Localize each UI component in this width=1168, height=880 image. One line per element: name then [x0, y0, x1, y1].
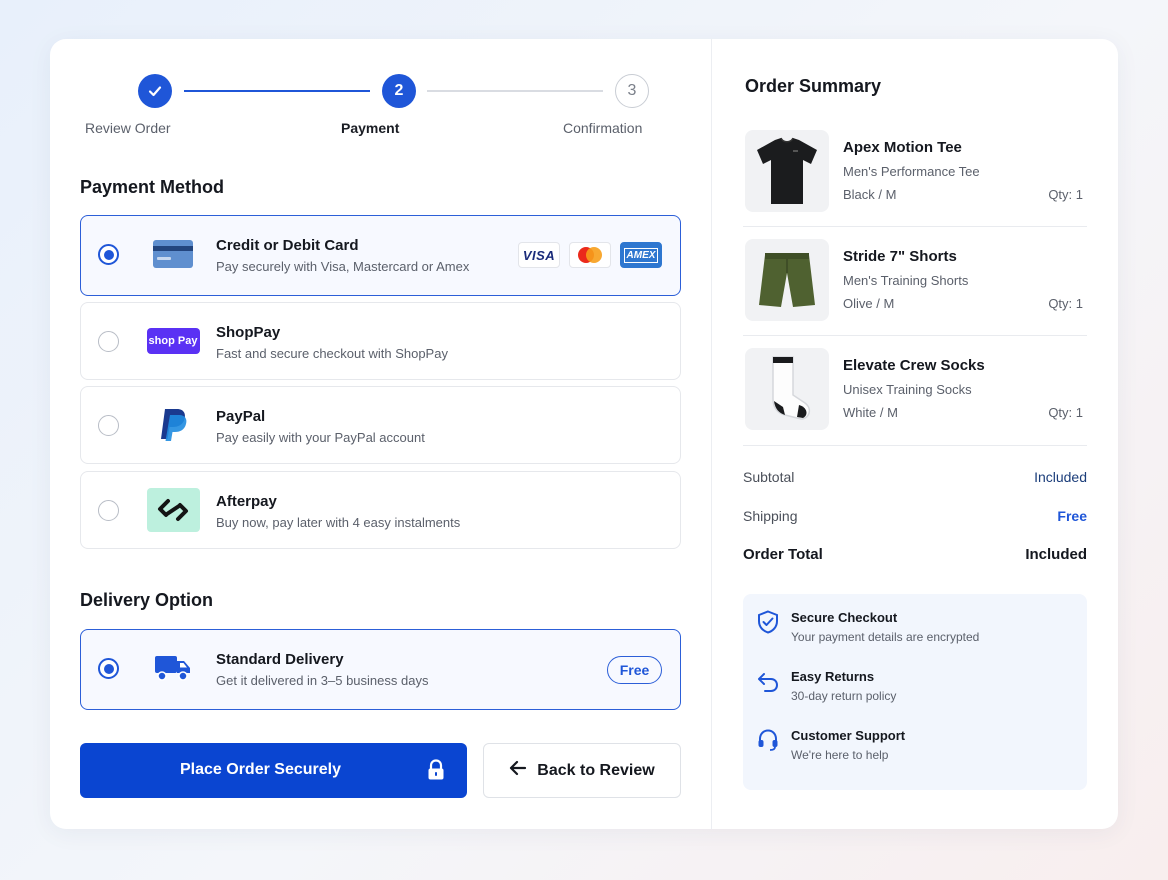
- item-subtitle: Men's Performance Tee: [843, 164, 980, 179]
- step-label-review[interactable]: Review Order: [85, 120, 171, 136]
- radio-card[interactable]: [98, 244, 119, 265]
- payment-option-desc: Buy now, pay later with 4 easy instalmen…: [216, 515, 461, 530]
- item-subtitle: Men's Training Shorts: [843, 273, 969, 288]
- amex-logo-text: AMEX: [623, 247, 659, 263]
- place-order-button[interactable]: Place Order Securely: [80, 743, 467, 798]
- step-confirmation: 3: [615, 74, 649, 108]
- paypal-logo: [145, 405, 201, 445]
- subtotal-label: Subtotal: [743, 469, 795, 485]
- payment-option-card[interactable]: Credit or Debit Card Pay securely with V…: [80, 215, 681, 296]
- trust-title: Secure Checkout: [791, 610, 898, 625]
- summary-item: Apex Motion Tee Men's Performance Tee Bl…: [743, 130, 1087, 230]
- amex-logo: AMEX: [620, 242, 662, 268]
- step-payment[interactable]: 2: [382, 74, 416, 108]
- item-divider: [743, 335, 1087, 336]
- step-review-order[interactable]: [138, 74, 172, 108]
- item-name: Stride 7" Shorts: [843, 248, 957, 265]
- order-total-label: Order Total: [743, 546, 823, 563]
- place-order-label: Place Order Securely: [180, 761, 341, 778]
- column-divider: [711, 39, 712, 829]
- item-name: Elevate Crew Socks: [843, 357, 985, 374]
- item-name: Apex Motion Tee: [843, 139, 962, 156]
- radio-standard-delivery[interactable]: [98, 658, 119, 679]
- payment-option-desc: Pay easily with your PayPal account: [216, 430, 425, 445]
- item-qty: Qty: 1: [1048, 405, 1083, 420]
- radio-shoppay[interactable]: [98, 331, 119, 352]
- checkmark-icon: [148, 86, 162, 97]
- back-to-review-label: Back to Review: [537, 761, 655, 779]
- radio-afterpay[interactable]: [98, 500, 119, 521]
- payment-option-title: PayPal: [216, 408, 266, 425]
- payment-option-paypal[interactable]: PayPal Pay easily with your PayPal accou…: [80, 386, 681, 464]
- order-summary-title: Order Summary: [745, 76, 882, 96]
- step-connector-2: [427, 90, 603, 92]
- step-label-payment: Payment: [341, 120, 400, 136]
- subtotal-value: Included: [1034, 469, 1087, 485]
- visa-logo: VISA: [518, 242, 560, 268]
- shipping-value: Free: [1057, 508, 1087, 524]
- shield-check-icon: [758, 610, 778, 634]
- return-arrow-icon: [758, 673, 779, 692]
- step-confirmation-number: 3: [627, 82, 637, 99]
- shoppay-logo: shop Pay: [145, 321, 201, 361]
- payment-option-title: ShopPay: [216, 324, 281, 341]
- payment-option-afterpay[interactable]: Afterpay Buy now, pay later with 4 easy …: [80, 471, 681, 549]
- payment-option-title: Credit or Debit Card: [216, 237, 359, 254]
- delivery-option-title: Delivery Option: [80, 590, 214, 610]
- product-image-tee: [745, 130, 829, 212]
- item-subtitle: Unisex Training Socks: [843, 382, 972, 397]
- back-to-review-button[interactable]: Back to Review: [483, 743, 681, 798]
- visa-logo-text: VISA: [522, 247, 556, 263]
- radio-paypal[interactable]: [98, 415, 119, 436]
- order-total-value: Included: [1025, 546, 1087, 563]
- delivery-option-desc: Get it delivered in 3–5 business days: [216, 673, 429, 688]
- mastercard-logo: [569, 242, 611, 268]
- payment-option-desc: Pay securely with Visa, Mastercard or Am…: [216, 259, 470, 274]
- trust-title: Easy Returns: [791, 669, 875, 684]
- free-badge: Free: [607, 656, 662, 684]
- headset-icon: [758, 729, 778, 751]
- afterpay-logo: [145, 488, 201, 532]
- arrow-left-icon: [509, 760, 527, 781]
- order-summary-panel: Order Summary Apex Motion Tee Men's Perf…: [743, 39, 1087, 829]
- product-image-socks: [745, 348, 829, 430]
- trust-easy-returns: Easy Returns 30-day return policy: [743, 669, 1087, 719]
- delivery-option-label: Standard Delivery: [216, 651, 344, 668]
- card-brands: VISA AMEX: [518, 242, 662, 268]
- payment-option-desc: Fast and secure checkout with ShopPay: [216, 346, 448, 361]
- lock-icon: [427, 759, 445, 786]
- checkout-main: 2 3 Review Order Payment Confirmation Pa…: [80, 39, 681, 829]
- summary-item: Stride 7" Shorts Men's Training Shorts O…: [743, 239, 1087, 339]
- shipping-label: Shipping: [743, 508, 798, 524]
- item-variant: White / M: [843, 405, 898, 420]
- truck-icon: [145, 648, 201, 688]
- item-qty: Qty: 1: [1048, 296, 1083, 311]
- payment-option-shoppay[interactable]: shop Pay ShopPay Fast and secure checkou…: [80, 302, 681, 380]
- trust-customer-support: Customer Support We're here to help: [743, 728, 1087, 778]
- shoppay-logo-text: shop Pay: [148, 335, 198, 347]
- payment-option-title: Afterpay: [216, 493, 277, 510]
- credit-card-icon: [145, 234, 201, 274]
- trust-desc: We're here to help: [791, 748, 889, 762]
- checkout-card: 2 3 Review Order Payment Confirmation Pa…: [50, 39, 1118, 829]
- item-variant: Black / M: [843, 187, 897, 202]
- payment-method-title: Payment Method: [80, 177, 225, 197]
- product-image-shorts: [745, 239, 829, 321]
- trust-desc: 30-day return policy: [791, 689, 897, 703]
- step-payment-number: 2: [394, 82, 404, 99]
- trust-desc: Your payment details are encrypted: [791, 630, 980, 644]
- delivery-option-standard[interactable]: Standard Delivery Get it delivered in 3–…: [80, 629, 681, 710]
- item-variant: Olive / M: [843, 296, 895, 311]
- trust-secure-checkout: Secure Checkout Your payment details are…: [743, 610, 1087, 660]
- step-label-confirmation: Confirmation: [563, 120, 643, 136]
- summary-divider: [743, 445, 1087, 446]
- trust-badges: Secure Checkout Your payment details are…: [743, 594, 1087, 790]
- summary-item: Elevate Crew Socks Unisex Training Socks…: [743, 348, 1087, 448]
- step-connector-1: [184, 90, 370, 92]
- trust-title: Customer Support: [791, 728, 906, 743]
- item-qty: Qty: 1: [1048, 187, 1083, 202]
- item-divider: [743, 226, 1087, 227]
